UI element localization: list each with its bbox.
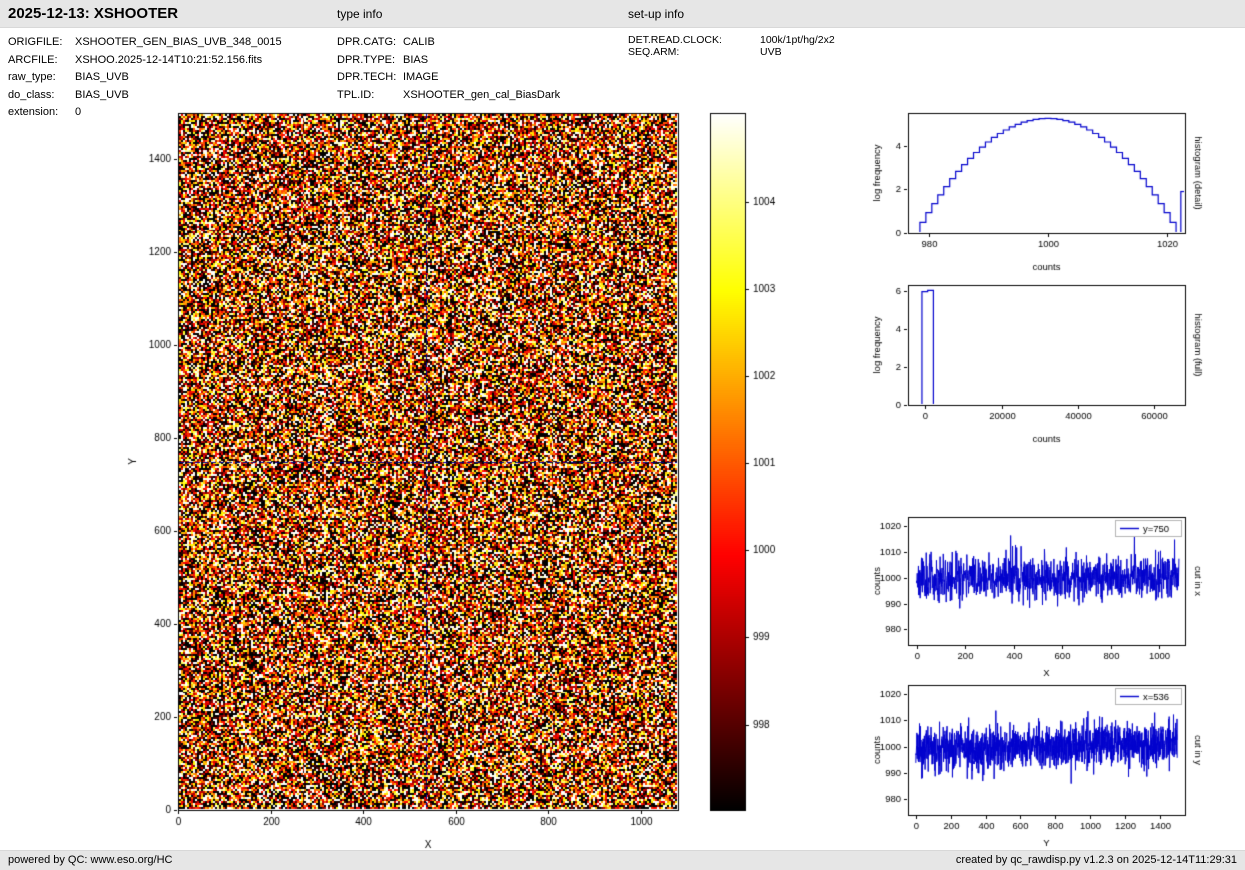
meta-row-readclock: DET.READ.CLOCK:100k/1pt/hg/2x2 [628,34,835,46]
cut-in-x-plot [860,505,1245,685]
meta-row-seqarm: SEQ.ARM:UVB [628,46,835,58]
meta-value: 100k/1pt/hg/2x2 [760,34,835,46]
meta-row-dprtech: DPR.TECH:IMAGE [337,69,560,87]
type-info-column: DPR.CATG:CALIB DPR.TYPE:BIAS DPR.TECH:IM… [337,34,560,104]
meta-row-dprtype: DPR.TYPE:BIAS [337,52,560,70]
bias-image-plot [115,100,705,865]
qc-report-page: 2025-12-13: XSHOOTER type info set-up in… [0,0,1245,870]
meta-label: DPR.TECH: [337,69,403,87]
meta-value: IMAGE [403,71,438,83]
top-bar: 2025-12-13: XSHOOTER type info set-up in… [0,0,1245,28]
meta-label: extension: [8,104,75,122]
meta-label: DET.READ.CLOCK: [628,34,760,46]
meta-value: BIAS_UVB [75,71,129,83]
page-title: 2025-12-13: XSHOOTER [8,0,178,28]
meta-label: do_class: [8,87,75,105]
cut-in-y-plot [860,673,1245,849]
bottom-bar: powered by QC: www.eso.org/HC created by… [0,850,1245,870]
histogram-full-plot [860,272,1245,458]
meta-row-dprcatg: DPR.CATG:CALIB [337,34,560,52]
meta-value: BIAS_UVB [75,89,129,101]
meta-label: ORIGFILE: [8,34,75,52]
meta-row-rawtype: raw_type:BIAS_UVB [8,69,282,87]
colorbar [700,100,810,865]
meta-value: UVB [760,46,782,58]
footer-powered-by: powered by QC: www.eso.org/HC [8,851,172,870]
type-info-heading: type info [337,0,382,28]
meta-label: DPR.TYPE: [337,52,403,70]
meta-label: ARCFILE: [8,52,75,70]
meta-value: 0 [75,106,81,118]
meta-value: XSHOOTER_GEN_BIAS_UVB_348_0015 [75,36,282,48]
meta-value: CALIB [403,36,435,48]
footer-created-by: created by qc_rawdisp.py v1.2.3 on 2025-… [956,851,1237,870]
meta-value: XSHOO.2025-12-14T10:21:52.156.fits [75,54,262,66]
meta-row-arcfile: ARCFILE:XSHOO.2025-12-14T10:21:52.156.fi… [8,52,282,70]
setup-info-column: DET.READ.CLOCK:100k/1pt/hg/2x2 SEQ.ARM:U… [628,34,835,58]
meta-value: XSHOOTER_gen_cal_BiasDark [403,89,560,101]
meta-value: BIAS [403,54,428,66]
meta-label: SEQ.ARM: [628,46,760,58]
meta-row-origfile: ORIGFILE:XSHOOTER_GEN_BIAS_UVB_348_0015 [8,34,282,52]
meta-label: raw_type: [8,69,75,87]
setup-info-heading: set-up info [628,0,684,28]
histogram-detail-plot [860,100,1245,286]
meta-label: DPR.CATG: [337,34,403,52]
